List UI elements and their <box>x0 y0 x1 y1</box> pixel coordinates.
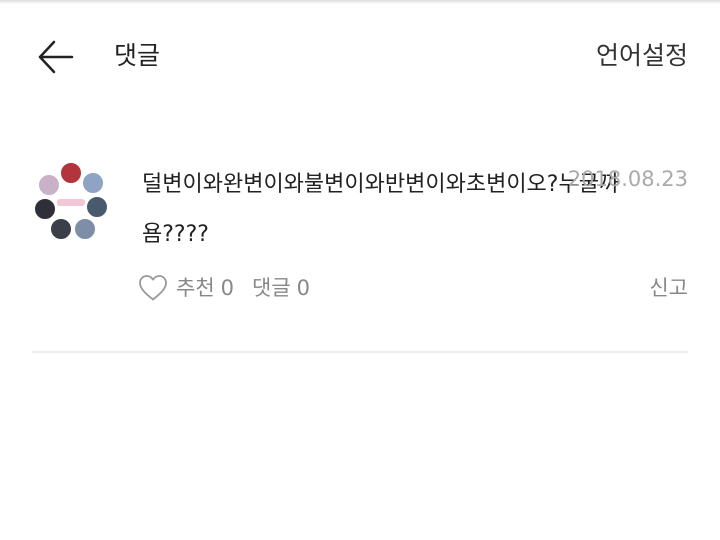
avatar-photo <box>38 174 60 196</box>
page-title: 댓글 <box>114 41 161 70</box>
arrow-left-icon <box>38 40 74 74</box>
comment-date: 2018.08.23 <box>567 167 688 191</box>
avatar-center-tag <box>57 199 85 206</box>
avatar-photo <box>60 162 82 184</box>
avatar-photo <box>50 218 72 240</box>
report-button[interactable]: 신고 <box>649 270 688 306</box>
comment-item: 덜변이와완변이와불변이와반변이와초변이오?누굴까욤???? 2018.08.23… <box>0 150 720 350</box>
reply-count: 0 <box>296 276 311 300</box>
like-button[interactable]: 추천 0 <box>138 270 234 306</box>
avatar-photo <box>74 218 96 240</box>
like-label: 추천 <box>176 276 215 300</box>
heart-outline-icon <box>139 275 167 301</box>
avatar-photo <box>86 196 108 218</box>
comment-actions: 추천 0 댓글 0 <box>138 270 310 306</box>
back-button[interactable] <box>34 36 76 78</box>
divider <box>32 351 688 353</box>
reply-button[interactable]: 댓글 0 <box>252 270 310 306</box>
header: 댓글 언어설정 <box>0 0 720 110</box>
avatar[interactable] <box>30 162 112 244</box>
language-settings-button[interactable]: 언어설정 <box>596 38 688 74</box>
comment-text: 덜변이와완변이와불변이와반변이와초변이오?누굴까욤???? <box>142 172 620 247</box>
like-count: 0 <box>220 276 235 300</box>
avatar-photo <box>82 172 104 194</box>
reply-label: 댓글 <box>252 276 291 300</box>
avatar-photo <box>34 198 56 220</box>
